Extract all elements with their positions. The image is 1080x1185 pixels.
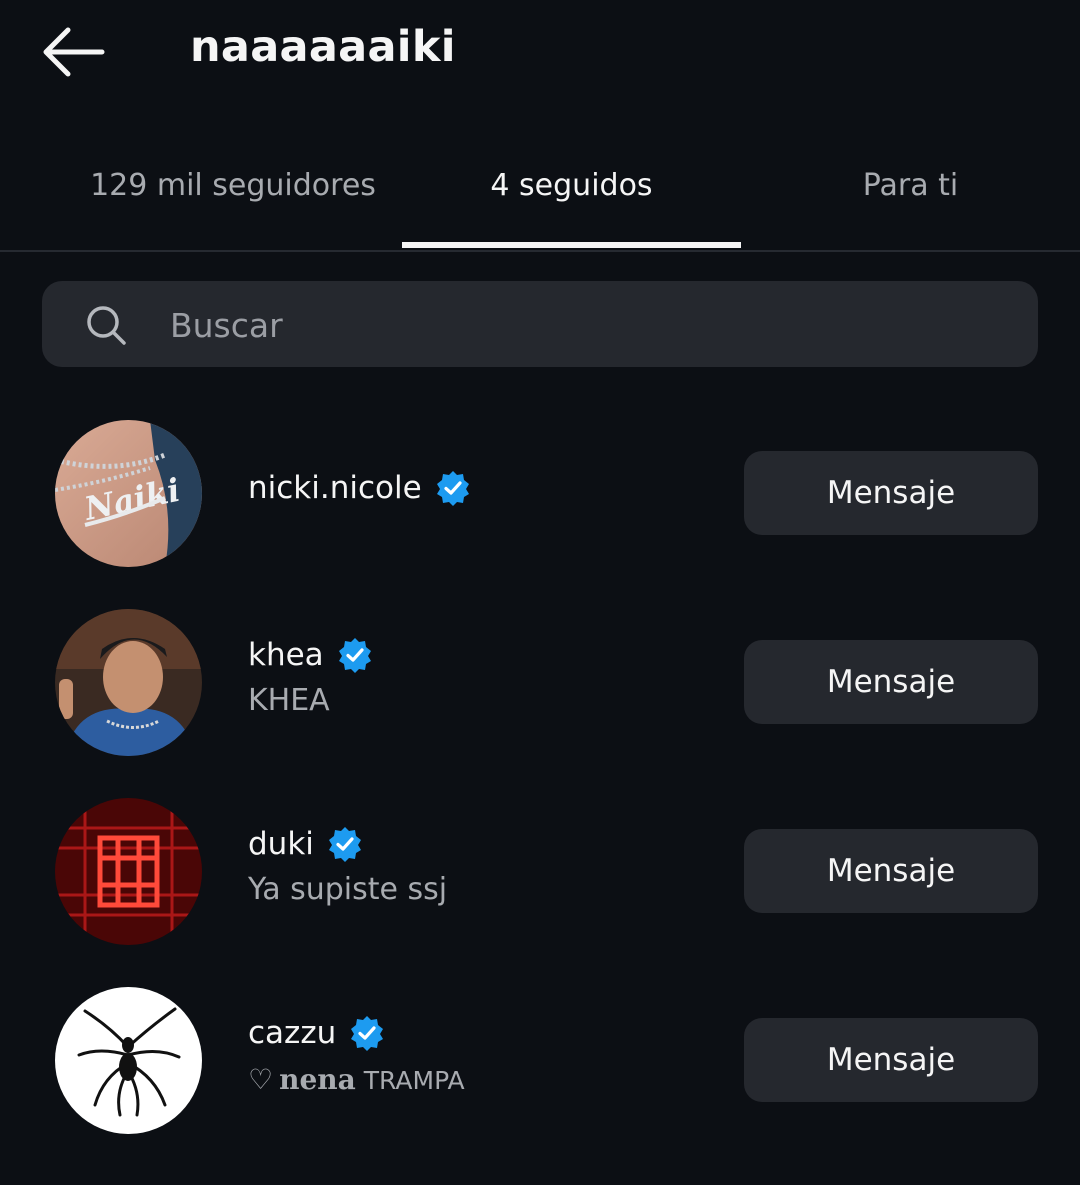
tab-followers-label: 129 mil seguidores [90,168,376,203]
username-line: nicki.nicole [248,470,471,506]
tab-following-label: 4 seguidos [490,168,653,203]
avatar[interactable] [55,987,202,1134]
list-item: cazzu ♡ nena TRAMPA Mensaje [0,987,1080,1137]
list-item: Naiki nicki.nicole Mensaje [0,420,1080,570]
display-name-word: TRAMPA [363,1066,465,1095]
tab-for-you[interactable]: Para ti [741,150,1080,248]
verified-badge-icon [351,1016,384,1051]
username-line: cazzu [248,1015,385,1051]
avatar[interactable]: Naiki [55,420,202,567]
username[interactable]: khea [248,637,324,673]
search-icon [87,306,126,345]
list-item: duki Ya supiste ssj Mensaje [0,798,1080,948]
following-screen: naaaaaaiki 129 mil seguidores 4 seguidos… [0,0,1080,1185]
tab-followers[interactable]: 129 mil seguidores [63,150,403,248]
active-tab-indicator [402,242,741,248]
tab-bar: 129 mil seguidores 4 seguidos Para ti [0,150,1080,252]
list-item: khea KHEA Mensaje [0,609,1080,759]
tab-following[interactable]: 4 seguidos [402,150,741,248]
username[interactable]: cazzu [248,1015,336,1051]
back-arrow-icon[interactable] [40,24,106,80]
verified-badge-icon [338,638,371,673]
username[interactable]: nicki.nicole [248,470,422,506]
display-name-word: nena [279,1063,356,1096]
message-button[interactable]: Mensaje [744,451,1038,535]
message-button[interactable]: Mensaje [744,1018,1038,1102]
username[interactable]: duki [248,826,314,862]
heart-icon: ♡ [248,1063,274,1096]
display-name: Ya supiste ssj [248,872,448,907]
message-button[interactable]: Mensaje [744,829,1038,913]
avatar[interactable] [55,609,202,756]
username-line: duki [248,826,363,862]
verified-badge-icon [328,827,361,862]
verified-badge-icon [436,471,469,506]
tab-for-you-label: Para ti [862,168,959,203]
profile-title: naaaaaaiki [190,22,456,72]
display-name: KHEA [248,683,330,718]
search-input[interactable] [168,293,1012,357]
search-bar [42,281,1038,367]
username-line: khea [248,637,373,673]
header: naaaaaaiki [0,0,1080,110]
message-button[interactable]: Mensaje [744,640,1038,724]
display-name: ♡ nena TRAMPA [248,1063,465,1096]
avatar[interactable] [55,798,202,945]
